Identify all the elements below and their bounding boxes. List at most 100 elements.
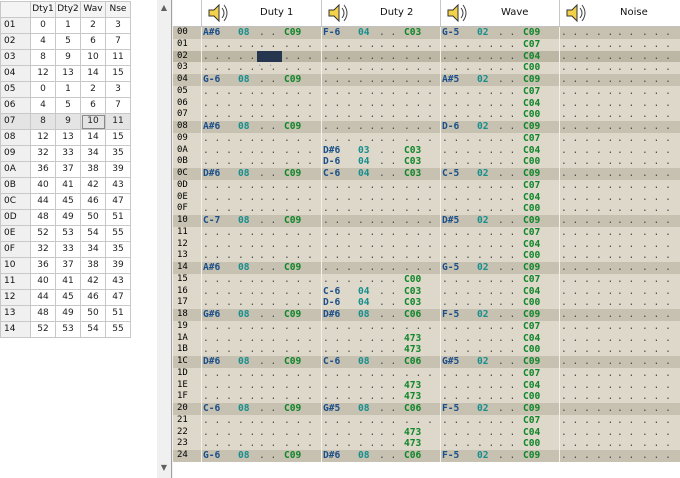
instrument-field[interactable]: 02: [477, 74, 489, 86]
volume-field[interactable]: . .: [617, 180, 634, 192]
effect-field[interactable]: . . .: [642, 74, 671, 86]
note-field[interactable]: . . .: [561, 344, 590, 356]
effect-field[interactable]: . . .: [284, 39, 313, 51]
note-field[interactable]: . . .: [442, 427, 471, 439]
instrument-field[interactable]: . .: [596, 368, 613, 380]
effect-field[interactable]: . . .: [284, 438, 313, 450]
instrument-field[interactable]: . .: [238, 39, 255, 51]
pattern-row[interactable]: 03 . . . . . . . . . . . . . . . . . . . . . . ..…: [173, 62, 680, 74]
pattern-row[interactable]: 19 . . . . . . . . . . . . . . . . . . . . . . ..…: [173, 320, 680, 333]
note-field[interactable]: D-6: [442, 121, 459, 133]
effect-field[interactable]: . . .: [642, 145, 671, 157]
volume-field[interactable]: . .: [617, 156, 634, 168]
pattern-row[interactable]: 04 G-6 08 . . C09 . . . . . . . . . . A#5 02 . . C09…: [173, 74, 680, 86]
pattern-row[interactable]: 22 . . . . . . . . . . . . . . . . . 473 . . . . .…: [173, 426, 680, 439]
instrument-field[interactable]: . .: [596, 180, 613, 192]
order-cell[interactable]: 14: [80, 129, 106, 146]
order-cell[interactable]: 11: [105, 113, 131, 130]
order-cell[interactable]: 41: [55, 177, 81, 194]
note-field[interactable]: C-6: [203, 403, 220, 415]
pattern-row[interactable]: 05 . . . . . . . . . . . . . . . . . . . . . . ..…: [173, 85, 680, 98]
effect-field[interactable]: . . .: [404, 180, 433, 192]
order-cell[interactable]: 5: [55, 33, 81, 50]
order-header-dty2[interactable]: Dty2: [55, 1, 81, 18]
order-row-label[interactable]: 10: [0, 257, 31, 274]
instrument-field[interactable]: . .: [477, 427, 494, 439]
volume-field[interactable]: . .: [617, 109, 634, 121]
note-field[interactable]: . . .: [323, 74, 352, 86]
note-field[interactable]: . . .: [203, 51, 232, 63]
instrument-field[interactable]: . .: [238, 380, 255, 392]
note-field[interactable]: . . .: [203, 438, 232, 450]
pattern-row[interactable]: 0C D#6 08 . . C09 C-6 04 . . C03 C-5 02 . . C09 . . .…: [173, 168, 680, 180]
effect-field[interactable]: C03: [404, 297, 421, 309]
note-field[interactable]: . . .: [323, 215, 352, 227]
order-cell[interactable]: 35: [105, 145, 131, 162]
instrument-field[interactable]: . .: [238, 51, 255, 63]
pattern-row[interactable]: 1B . . . . . . . . . . . . . . . . . 473 . . . . .…: [173, 344, 680, 356]
note-field[interactable]: . . .: [561, 356, 590, 368]
effect-field[interactable]: . . .: [642, 415, 671, 427]
effect-field[interactable]: C07: [523, 133, 540, 145]
scroll-down-arrow-icon[interactable]: ▼: [157, 462, 171, 474]
volume-field[interactable]: . .: [617, 239, 634, 251]
note-field[interactable]: . . .: [203, 333, 232, 345]
volume-field[interactable]: . .: [259, 156, 276, 168]
effect-field[interactable]: C06: [404, 309, 421, 321]
volume-field[interactable]: . .: [617, 121, 634, 133]
note-field[interactable]: . . .: [561, 250, 590, 262]
note-field[interactable]: . . .: [323, 192, 352, 204]
volume-field[interactable]: . .: [498, 438, 515, 450]
volume-field[interactable]: . .: [617, 74, 634, 86]
instrument-field[interactable]: . .: [238, 297, 255, 309]
effect-field[interactable]: 473: [404, 380, 421, 392]
instrument-field[interactable]: . .: [358, 227, 375, 239]
pattern-row[interactable]: 20 C-6 08 . . C09 G#5 08 . . C06 F-5 02 . . C09 . . .…: [173, 403, 680, 415]
instrument-field[interactable]: . .: [477, 51, 494, 63]
instrument-field[interactable]: 02: [477, 27, 489, 39]
note-field[interactable]: . . .: [203, 415, 232, 427]
instrument-field[interactable]: . .: [477, 156, 494, 168]
pattern-row[interactable]: 0E . . . . . . . . . . . . . . . . . . . . . . ..…: [173, 191, 680, 204]
instrument-field[interactable]: 04: [358, 286, 370, 298]
instrument-field[interactable]: 08: [238, 450, 250, 462]
volume-field[interactable]: . .: [259, 86, 276, 98]
note-field[interactable]: . . .: [203, 86, 232, 98]
volume-field[interactable]: . .: [379, 215, 396, 227]
instrument-field[interactable]: . .: [596, 250, 613, 262]
volume-field[interactable]: . .: [379, 109, 396, 121]
instrument-field[interactable]: 02: [477, 356, 489, 368]
instrument-field[interactable]: . .: [477, 227, 494, 239]
volume-field[interactable]: . .: [259, 121, 276, 133]
effect-field[interactable]: C06: [404, 403, 421, 415]
volume-field[interactable]: . .: [259, 192, 276, 204]
effect-field[interactable]: C00: [523, 156, 540, 168]
effect-field[interactable]: C07: [523, 368, 540, 380]
effect-field[interactable]: C09: [284, 27, 301, 39]
instrument-field[interactable]: . .: [238, 239, 255, 251]
order-row-label[interactable]: 0D: [0, 209, 31, 226]
effect-field[interactable]: . . .: [404, 262, 433, 274]
order-header-wav[interactable]: Wav: [80, 1, 106, 18]
effect-field[interactable]: C00: [523, 62, 540, 74]
note-field[interactable]: . . .: [442, 156, 471, 168]
effect-field[interactable]: . . .: [284, 156, 313, 168]
effect-field[interactable]: C07: [523, 86, 540, 98]
instrument-field[interactable]: 08: [238, 27, 250, 39]
effect-field[interactable]: C09: [284, 309, 301, 321]
pattern-row[interactable]: 21 . . . . . . . . . . . . . . . . . . . . . . ..…: [173, 414, 680, 427]
note-field[interactable]: . . .: [323, 98, 352, 110]
pattern-row[interactable]: 23 . . . . . . . . . . . . . . . . . 473 . . . . .…: [173, 438, 680, 450]
volume-field[interactable]: . .: [379, 62, 396, 74]
volume-field[interactable]: . .: [617, 51, 634, 63]
note-field[interactable]: G-5: [442, 262, 459, 274]
instrument-field[interactable]: . .: [238, 180, 255, 192]
effect-field[interactable]: C09: [523, 356, 540, 368]
note-field[interactable]: A#5: [442, 74, 459, 86]
instrument-field[interactable]: 08: [358, 356, 370, 368]
effect-field[interactable]: . . .: [284, 62, 313, 74]
note-field[interactable]: . . .: [561, 74, 590, 86]
order-cell[interactable]: 54: [80, 225, 106, 242]
note-field[interactable]: . . .: [442, 438, 471, 450]
note-field[interactable]: G#5: [323, 403, 340, 415]
